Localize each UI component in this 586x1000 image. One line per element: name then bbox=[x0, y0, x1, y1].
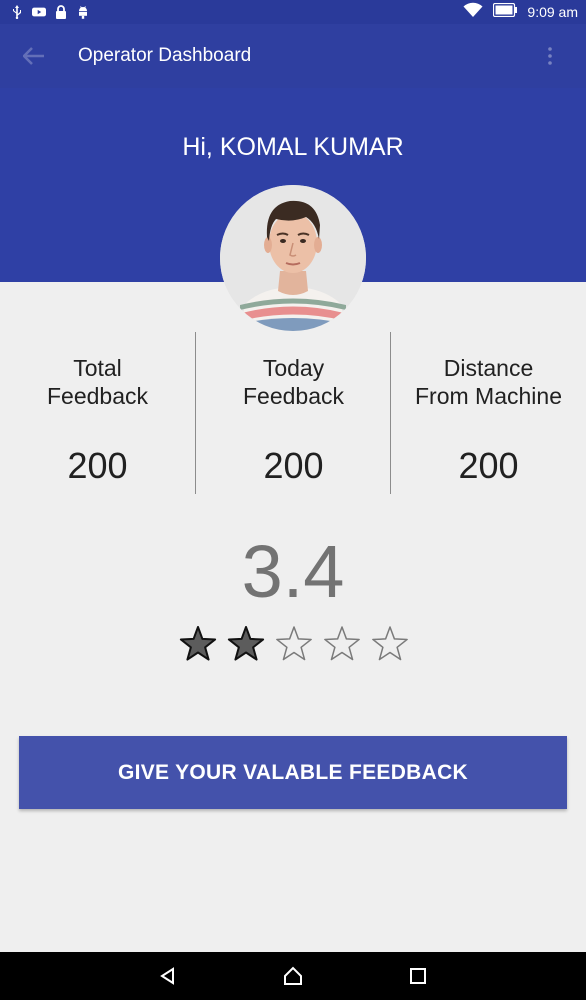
usb-icon bbox=[10, 5, 24, 19]
wifi-icon bbox=[463, 2, 483, 23]
star-filled-icon[interactable] bbox=[226, 624, 266, 664]
battery-icon bbox=[493, 2, 518, 22]
greeting-text: Hi, KOMAL KUMAR bbox=[182, 133, 404, 161]
stat-label: Today Feedback bbox=[242, 355, 344, 409]
stat-value: 200 bbox=[67, 445, 128, 486]
status-right-icons: 9:09 am bbox=[463, 2, 578, 23]
status-bar: 9:09 am bbox=[0, 0, 586, 24]
stat-distance-from-machine: Distance From Machine 200 bbox=[391, 332, 586, 494]
stats-row: Total Feedback 200 Today Feedback 200 Di… bbox=[0, 332, 586, 494]
app-toolbar: Operator Dashboard bbox=[0, 24, 586, 88]
stat-total-feedback: Total Feedback 200 bbox=[0, 332, 195, 494]
give-feedback-button[interactable]: GIVE YOUR VALABLE FEEDBACK bbox=[19, 736, 567, 809]
back-arrow-icon[interactable] bbox=[20, 44, 48, 68]
rating-stars bbox=[178, 624, 410, 664]
stat-label: Total Feedback bbox=[46, 355, 148, 409]
stat-label: Distance From Machine bbox=[415, 355, 562, 409]
system-nav-bar bbox=[0, 952, 586, 1000]
rating-value: 3.4 bbox=[241, 530, 345, 613]
star-empty-icon[interactable] bbox=[322, 624, 362, 664]
home-circle-icon[interactable] bbox=[281, 964, 305, 988]
stat-today-feedback: Today Feedback 200 bbox=[196, 332, 391, 494]
toolbar-title: Operator Dashboard bbox=[78, 45, 252, 66]
youtube-icon bbox=[32, 5, 46, 19]
stat-value: 200 bbox=[458, 445, 519, 486]
status-left-icons bbox=[10, 4, 90, 20]
avatar-portrait-image bbox=[220, 185, 366, 331]
overflow-menu-icon[interactable] bbox=[542, 44, 558, 68]
back-triangle-icon[interactable] bbox=[156, 964, 180, 988]
stat-value: 200 bbox=[263, 445, 324, 486]
avatar bbox=[220, 185, 366, 331]
star-empty-icon[interactable] bbox=[274, 624, 314, 664]
recents-square-icon[interactable] bbox=[406, 964, 430, 988]
star-empty-icon[interactable] bbox=[370, 624, 410, 664]
star-filled-icon[interactable] bbox=[178, 624, 218, 664]
android-debug-icon bbox=[76, 5, 90, 19]
lock-icon bbox=[54, 5, 68, 19]
status-time: 9:09 am bbox=[527, 4, 578, 20]
